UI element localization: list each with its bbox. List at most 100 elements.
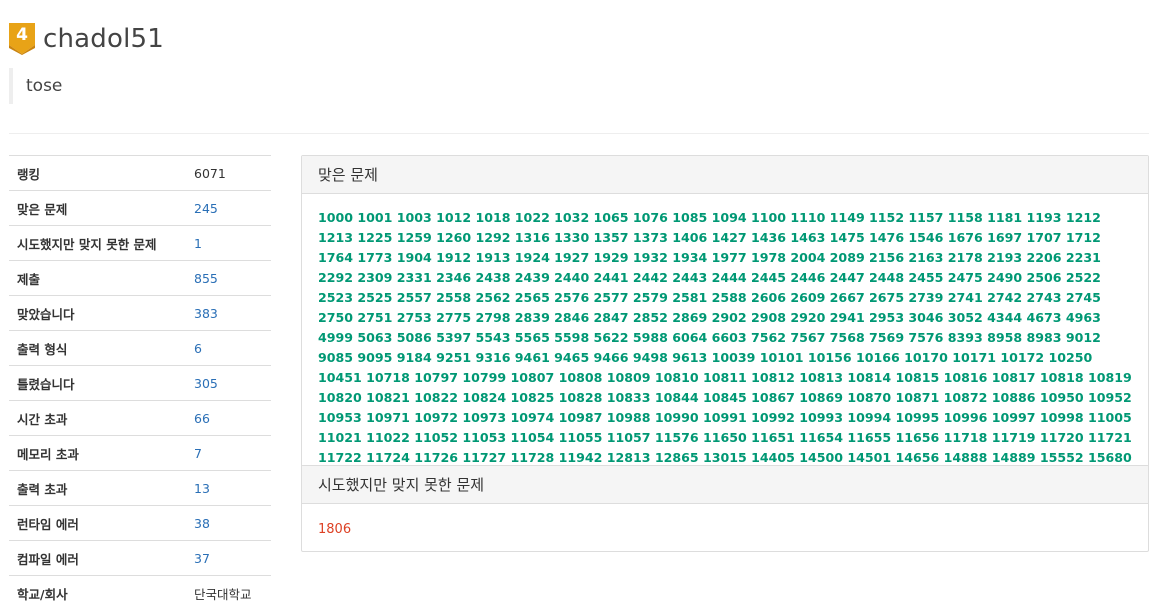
problem-link[interactable]: 10973 <box>462 408 506 428</box>
problem-link[interactable]: 1977 <box>712 248 747 268</box>
problem-link[interactable]: 2193 <box>987 248 1022 268</box>
problem-link[interactable]: 1032 <box>554 208 589 228</box>
problem-link[interactable]: 4963 <box>1066 308 1101 328</box>
problem-link[interactable]: 11054 <box>511 428 555 448</box>
problem-link[interactable]: 1697 <box>987 228 1022 248</box>
problem-link[interactable]: 1193 <box>1026 208 1061 228</box>
problem-link[interactable]: 2163 <box>908 248 943 268</box>
problem-link[interactable]: 10170 <box>904 348 948 368</box>
problem-link[interactable]: 9095 <box>357 348 392 368</box>
problem-link[interactable]: 2847 <box>594 308 629 328</box>
problem-link[interactable]: 2920 <box>790 308 825 328</box>
problem-link[interactable]: 4344 <box>987 308 1022 328</box>
problem-link[interactable]: 5565 <box>515 328 550 348</box>
problem-link[interactable]: 2455 <box>908 268 943 288</box>
problem-link[interactable]: 5397 <box>436 328 471 348</box>
problem-link[interactable]: 4999 <box>318 328 353 348</box>
problem-link[interactable]: 1475 <box>830 228 865 248</box>
problem-link[interactable]: 2522 <box>1066 268 1101 288</box>
stats-value-link[interactable]: 13 <box>194 481 210 496</box>
problem-link[interactable]: 1934 <box>672 248 707 268</box>
problem-link[interactable]: 8393 <box>948 328 983 348</box>
problem-link[interactable]: 10822 <box>414 388 458 408</box>
problem-link[interactable]: 2292 <box>318 268 353 288</box>
problem-link[interactable]: 3052 <box>948 308 983 328</box>
problem-link[interactable]: 1406 <box>672 228 707 248</box>
problem-link[interactable]: 9012 <box>1066 328 1101 348</box>
problem-link[interactable]: 1927 <box>554 248 589 268</box>
problem-link[interactable]: 10816 <box>944 368 988 388</box>
problem-link[interactable]: 10994 <box>847 408 891 428</box>
stats-value-link[interactable]: 38 <box>194 516 210 531</box>
stats-value-link[interactable]: 305 <box>194 376 218 391</box>
problem-link[interactable]: 2445 <box>751 268 786 288</box>
problem-link[interactable]: 2675 <box>869 288 904 308</box>
stats-value-link[interactable]: 7 <box>194 446 202 461</box>
problem-link[interactable]: 1676 <box>948 228 983 248</box>
problem-link[interactable]: 11055 <box>559 428 603 448</box>
problem-link[interactable]: 11656 <box>896 428 940 448</box>
problem-link[interactable]: 10871 <box>896 388 940 408</box>
problem-link[interactable]: 1260 <box>436 228 471 248</box>
problem-link[interactable]: 10974 <box>511 408 555 428</box>
problem-link[interactable]: 1904 <box>397 248 432 268</box>
problem-link[interactable]: 10250 <box>1048 348 1092 368</box>
problem-link[interactable]: 1000 <box>318 208 353 228</box>
problem-link[interactable]: 2525 <box>357 288 392 308</box>
problem-link[interactable]: 2579 <box>633 288 668 308</box>
problem-link[interactable]: 2446 <box>790 268 825 288</box>
problem-link[interactable]: 11576 <box>655 428 699 448</box>
problem-link[interactable]: 10997 <box>992 408 1036 428</box>
problem-link[interactable]: 5086 <box>397 328 432 348</box>
stats-value-link[interactable]: 245 <box>194 201 218 216</box>
problem-link[interactable]: 1157 <box>908 208 943 228</box>
problem-link[interactable]: 10825 <box>511 388 555 408</box>
problem-link[interactable]: 10817 <box>992 368 1036 388</box>
problem-link[interactable]: 10812 <box>751 368 795 388</box>
problem-link[interactable]: 2490 <box>987 268 1022 288</box>
stats-value-link[interactable]: 383 <box>194 306 218 321</box>
problem-link[interactable]: 1463 <box>790 228 825 248</box>
problem-link[interactable]: 10451 <box>318 368 362 388</box>
problem-link[interactable]: 5988 <box>633 328 668 348</box>
problem-link[interactable]: 10844 <box>655 388 699 408</box>
problem-link[interactable]: 10039 <box>712 348 756 368</box>
problem-link[interactable]: 2606 <box>751 288 786 308</box>
problem-link[interactable]: 1213 <box>318 228 353 248</box>
problem-link[interactable]: 11719 <box>992 428 1036 448</box>
problem-link[interactable]: 1065 <box>594 208 629 228</box>
problem-link[interactable]: 2440 <box>554 268 589 288</box>
problem-link[interactable]: 2438 <box>475 268 510 288</box>
problem-link[interactable]: 10166 <box>856 348 900 368</box>
problem-link[interactable]: 10101 <box>760 348 804 368</box>
problem-link[interactable]: 2557 <box>397 288 432 308</box>
problem-link[interactable]: 9184 <box>397 348 432 368</box>
problem-link[interactable]: 1181 <box>987 208 1022 228</box>
problem-link[interactable]: 2775 <box>436 308 471 328</box>
problem-link[interactable]: 2562 <box>475 288 510 308</box>
problem-link[interactable]: 9465 <box>554 348 589 368</box>
problem-link[interactable]: 10156 <box>808 348 852 368</box>
problem-link[interactable]: 2750 <box>318 308 353 328</box>
problem-link[interactable]: 2846 <box>554 308 589 328</box>
problem-link[interactable]: 10845 <box>703 388 747 408</box>
problem-link[interactable]: 1773 <box>357 248 392 268</box>
problem-link[interactable]: 11022 <box>366 428 410 448</box>
problem-link[interactable]: 1427 <box>712 228 747 248</box>
problem-link[interactable]: 2231 <box>1066 248 1101 268</box>
problem-link[interactable]: 11651 <box>751 428 795 448</box>
problem-link[interactable]: 11721 <box>1088 428 1132 448</box>
problem-link[interactable]: 2443 <box>672 268 707 288</box>
problem-link[interactable]: 10810 <box>655 368 699 388</box>
problem-link[interactable]: 10818 <box>1040 368 1084 388</box>
stats-value-link[interactable]: 6 <box>194 341 202 356</box>
problem-link[interactable]: 2441 <box>594 268 629 288</box>
problem-link[interactable]: 10833 <box>607 388 651 408</box>
problem-link[interactable]: 1001 <box>357 208 392 228</box>
problem-link[interactable]: 10993 <box>799 408 843 428</box>
problem-link[interactable]: 1436 <box>751 228 786 248</box>
problem-link[interactable]: 7567 <box>790 328 825 348</box>
problem-link[interactable]: 10995 <box>896 408 940 428</box>
problem-link[interactable]: 10813 <box>799 368 843 388</box>
problem-link[interactable]: 10991 <box>703 408 747 428</box>
